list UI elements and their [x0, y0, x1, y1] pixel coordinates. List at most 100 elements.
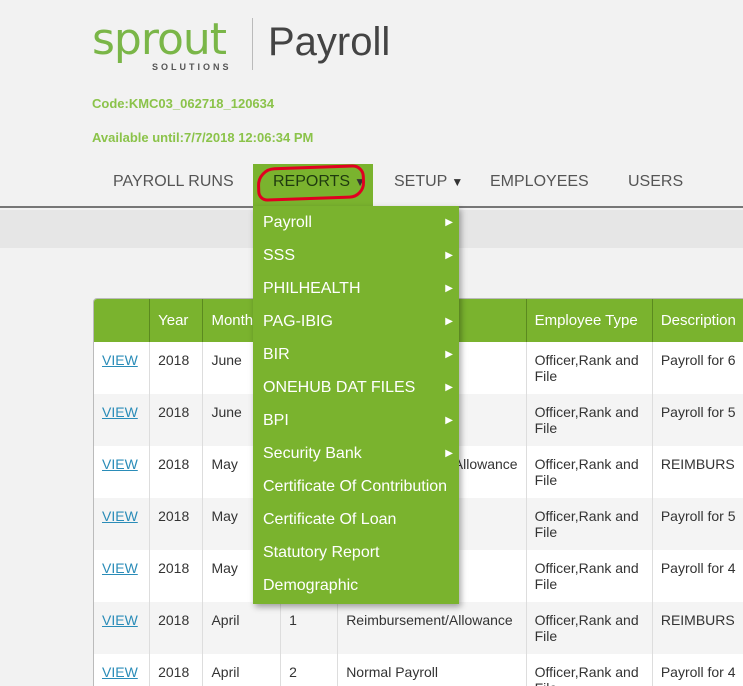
menu-item-label: Statutory Report [263, 544, 380, 561]
table-cell: Payroll for 5 [652, 498, 743, 550]
submenu-arrow-icon: ▶ [445, 283, 453, 294]
table-cell: 2 [280, 654, 339, 686]
table-cell: 2018 [149, 394, 204, 446]
app-title: Payroll [268, 20, 391, 64]
table-cell: April [202, 602, 282, 654]
submenu-arrow-icon: ▶ [445, 448, 453, 459]
reports-menu-item[interactable]: BIR ▶ [253, 338, 459, 371]
table-cell: VIEW [94, 602, 151, 654]
reports-menu-item[interactable]: ONEHUB DAT FILES ▶ [253, 371, 459, 404]
menu-item-label: Security Bank [263, 445, 362, 462]
reports-menu-item[interactable]: Demographic [253, 569, 459, 602]
table-cell: 2018 [149, 446, 204, 498]
main-nav: PAYROLL RUNS REPORTS ▼ SETUP ▼ EMPLOYEES U… [0, 164, 743, 208]
view-link[interactable]: VIEW [102, 664, 138, 680]
table-cell: VIEW [94, 550, 151, 602]
column-header: Year [149, 299, 204, 342]
menu-item-label: Certificate Of Contribution [263, 478, 448, 495]
table-cell: VIEW [94, 342, 151, 394]
menu-item-label: Certificate Of Loan [263, 511, 397, 528]
column-header: Employee Type [526, 299, 653, 342]
view-link[interactable]: VIEW [102, 612, 138, 628]
table-cell: Officer,Rank and File [526, 654, 653, 686]
reports-menu-item[interactable]: PHILHEALTH ▶ [253, 272, 459, 305]
caret-down-icon: ▼ [451, 175, 464, 189]
reports-menu-item[interactable]: PAG-IBIG ▶ [253, 305, 459, 338]
menu-item-label: Payroll [263, 214, 312, 231]
nav-label: EMPLOYEES [490, 173, 589, 190]
menu-item-label: BIR [263, 346, 290, 363]
nav-label: PAYROLL RUNS [113, 173, 234, 190]
table-row: VIEW 2018 April 2 Normal Payroll Officer,Rank… [94, 654, 743, 686]
table-cell: 2018 [149, 342, 204, 394]
table-cell: Officer,Rank and File [526, 602, 653, 654]
submenu-arrow-icon: ▶ [445, 250, 453, 261]
table-cell: Officer,Rank and File [526, 550, 653, 602]
reports-menu-item[interactable]: Statutory Report [253, 536, 459, 569]
view-link[interactable]: VIEW [102, 560, 138, 576]
nav-label: REPORTS [273, 173, 351, 190]
session-code: Code:KMC03_062718_120634 [92, 96, 275, 111]
sprout-logo: sprout SOLUTIONS [92, 14, 242, 73]
reports-dropdown-menu: Payroll ▶ SSS ▶ PHILHEALTH ▶ PAG-IBIG ▶ BIR ▶ ONEH… [253, 206, 459, 604]
reports-menu-item[interactable]: Certificate Of Contribution [253, 470, 459, 503]
table-cell: Officer,Rank and File [526, 498, 653, 550]
table-cell: Officer,Rank and File [526, 446, 653, 498]
table-cell: 2018 [149, 602, 204, 654]
menu-item-label: SSS [263, 247, 296, 264]
table-cell: VIEW [94, 394, 151, 446]
nav-users[interactable]: USERS [628, 164, 683, 208]
table-cell: REIMBURS [652, 602, 743, 654]
column-header [94, 299, 151, 342]
view-link[interactable]: VIEW [102, 508, 138, 524]
view-link[interactable]: VIEW [102, 404, 138, 420]
table-cell: Payroll for 6 [652, 342, 743, 394]
table-cell: 2018 [149, 498, 204, 550]
table-cell: VIEW [94, 498, 151, 550]
menu-item-label: ONEHUB DAT FILES [263, 379, 416, 396]
table-row: VIEW 2018 April 1 Reimbursement/Allowance Off… [94, 602, 743, 654]
table-cell: Payroll for 4 [652, 550, 743, 602]
nav-label: SETUP [394, 173, 448, 190]
table-cell: Payroll for 4 [652, 654, 743, 686]
caret-down-icon: ▼ [354, 175, 366, 189]
menu-item-label: PHILHEALTH [263, 280, 361, 297]
table-cell: Payroll for 5 [652, 394, 743, 446]
nav-reports[interactable]: REPORTS ▼ [253, 164, 373, 208]
view-link[interactable]: VIEW [102, 352, 138, 368]
table-cell: 1 [280, 602, 339, 654]
view-link[interactable]: VIEW [102, 456, 138, 472]
table-cell: Officer,Rank and File [526, 394, 653, 446]
table-cell: 2018 [149, 550, 204, 602]
reports-menu-item[interactable]: Payroll ▶ [253, 206, 459, 239]
column-header: Description [652, 299, 743, 342]
reports-menu-item[interactable]: SSS ▶ [253, 239, 459, 272]
table-cell: VIEW [94, 654, 151, 686]
table-cell: VIEW [94, 446, 151, 498]
nav-payroll-runs[interactable]: PAYROLL RUNS [113, 164, 234, 208]
nav-setup[interactable]: SETUP ▼ [394, 164, 463, 208]
submenu-arrow-icon: ▶ [445, 349, 453, 360]
table-cell: 2018 [149, 654, 204, 686]
session-expiry: Available until:7/7/2018 12:06:34 PM [92, 130, 314, 145]
nav-employees[interactable]: EMPLOYEES [490, 164, 589, 208]
nav-label: USERS [628, 173, 684, 190]
submenu-arrow-icon: ▶ [445, 217, 453, 228]
reports-menu-item[interactable]: BPI ▶ [253, 404, 459, 437]
menu-item-label: BPI [263, 412, 289, 429]
table-cell: REIMBURS [652, 446, 743, 498]
table-cell: Normal Payroll [337, 654, 527, 686]
logo-wordmark: sprout [92, 14, 227, 65]
table-cell: Officer,Rank and File [526, 342, 653, 394]
submenu-arrow-icon: ▶ [445, 316, 453, 327]
table-cell: Reimbursement/Allowance [337, 602, 527, 654]
header-divider [252, 18, 253, 70]
table-cell: April [202, 654, 282, 686]
submenu-arrow-icon: ▶ [445, 415, 453, 426]
menu-item-label: Demographic [263, 577, 359, 594]
reports-menu-item[interactable]: Certificate Of Loan [253, 503, 459, 536]
reports-menu-item[interactable]: Security Bank ▶ [253, 437, 459, 470]
submenu-arrow-icon: ▶ [445, 382, 453, 393]
menu-item-label: PAG-IBIG [263, 313, 333, 330]
logo-subtitle: SOLUTIONS [152, 62, 232, 72]
